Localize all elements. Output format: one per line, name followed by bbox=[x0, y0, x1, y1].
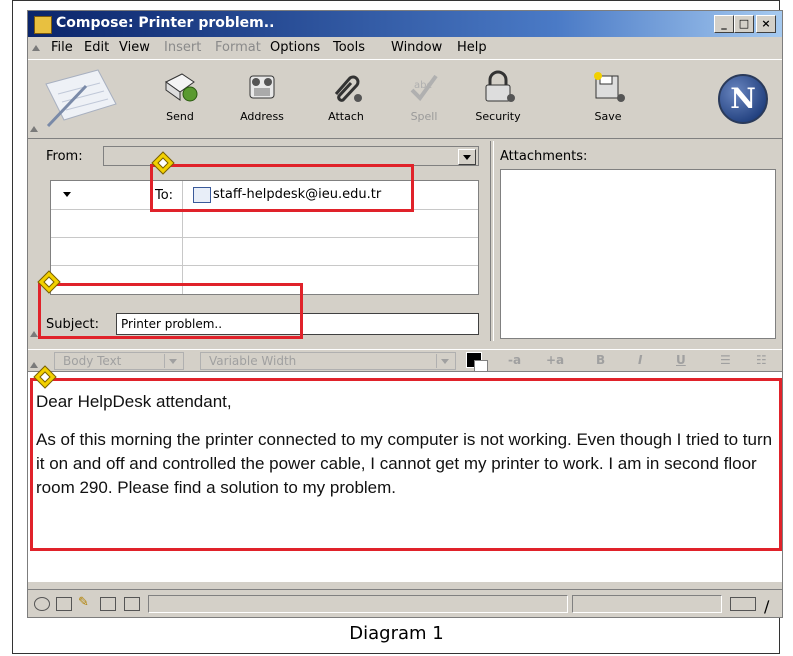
paperclip-icon bbox=[334, 75, 362, 102]
title-bar[interactable]: Compose: Printer problem.. _ □ × bbox=[28, 11, 782, 37]
close-button[interactable]: × bbox=[756, 15, 776, 33]
compose-app-icon bbox=[34, 16, 52, 34]
menu-format[interactable]: Format bbox=[215, 40, 261, 55]
save-label: Save bbox=[594, 110, 622, 123]
save-icon bbox=[594, 72, 625, 102]
status-progress-panel bbox=[572, 595, 722, 613]
address-book-icon bbox=[249, 75, 275, 99]
marker-diamond-icon bbox=[37, 270, 61, 294]
bullet-list-button[interactable]: ☰ bbox=[720, 353, 731, 367]
attach-button[interactable]: Attach bbox=[314, 66, 378, 132]
spell-label: Spell bbox=[410, 110, 438, 123]
recipient-row-empty[interactable] bbox=[51, 237, 478, 266]
compose-window: Compose: Printer problem.. _ □ × File Ed… bbox=[27, 10, 783, 618]
composer-icon[interactable]: ✎ bbox=[78, 596, 94, 611]
save-button[interactable]: Save bbox=[576, 66, 640, 132]
menu-bar: File Edit View Insert Format Options Too… bbox=[28, 37, 782, 59]
resize-grip-icon[interactable]: ∕ bbox=[764, 597, 780, 616]
status-text-panel bbox=[148, 595, 568, 613]
menu-window[interactable]: Window bbox=[391, 40, 442, 55]
chevron-down-icon[interactable] bbox=[63, 192, 71, 197]
menu-view[interactable]: View bbox=[119, 40, 150, 55]
compose-quill-icon bbox=[45, 69, 117, 128]
menu-file[interactable]: File bbox=[51, 40, 73, 55]
subject-highlight-box bbox=[38, 283, 303, 339]
chevron-down-icon[interactable] bbox=[164, 354, 181, 368]
marker-diamond-icon bbox=[33, 365, 57, 389]
paragraph-style-select[interactable]: Body Text bbox=[54, 352, 184, 370]
menu-help[interactable]: Help bbox=[457, 40, 487, 55]
smaller-font-button[interactable]: -a bbox=[508, 353, 521, 367]
recipient-row-empty[interactable] bbox=[51, 209, 478, 238]
connection-icon[interactable] bbox=[730, 597, 756, 611]
lock-icon bbox=[485, 70, 515, 102]
address-book-icon[interactable] bbox=[100, 597, 116, 611]
component-icon[interactable] bbox=[124, 597, 140, 611]
send-button[interactable]: Send bbox=[148, 66, 212, 132]
italic-button[interactable]: I bbox=[638, 353, 642, 367]
attachments-label: Attachments: bbox=[500, 149, 588, 164]
spell-check-icon: abc bbox=[410, 74, 438, 102]
security-button[interactable]: Security bbox=[466, 66, 530, 132]
spell-button[interactable]: abc Spell bbox=[392, 66, 456, 132]
menu-edit[interactable]: Edit bbox=[84, 40, 109, 55]
menu-options[interactable]: Options bbox=[270, 40, 320, 55]
underline-button[interactable]: U bbox=[676, 353, 686, 367]
netscape-logo[interactable]: N bbox=[718, 74, 768, 124]
format-toolbar: Body Text Variable Width -a +a B I U ☰ ☷ bbox=[28, 349, 782, 372]
minimize-button[interactable]: _ bbox=[714, 15, 734, 33]
menubar-grip-icon[interactable] bbox=[32, 45, 40, 51]
attachments-list[interactable] bbox=[500, 169, 776, 339]
main-toolbar: Send Address Attach abc Spell Security S… bbox=[28, 59, 782, 139]
address-label: Address bbox=[240, 110, 284, 123]
menu-insert[interactable]: Insert bbox=[164, 40, 201, 55]
status-bar: ✎ ∕ bbox=[28, 589, 782, 617]
toolbar-grip-icon[interactable] bbox=[30, 126, 38, 132]
send-icon bbox=[165, 73, 198, 102]
chevron-down-icon[interactable] bbox=[436, 354, 453, 368]
numbered-list-button[interactable]: ☷ bbox=[756, 353, 767, 367]
paragraph-style-value: Body Text bbox=[63, 354, 122, 368]
mail-icon[interactable] bbox=[56, 597, 72, 611]
navigator-icon[interactable] bbox=[34, 597, 50, 611]
svg-text:abc: abc bbox=[414, 80, 432, 91]
bold-button[interactable]: B bbox=[596, 353, 605, 367]
figure-caption: Diagram 1 bbox=[349, 623, 444, 644]
font-value: Variable Width bbox=[209, 354, 297, 368]
chevron-down-icon[interactable] bbox=[458, 149, 476, 165]
maximize-button[interactable]: □ bbox=[734, 15, 754, 33]
font-select[interactable]: Variable Width bbox=[200, 352, 456, 370]
security-label: Security bbox=[475, 110, 521, 123]
marker-diamond-icon bbox=[151, 151, 175, 175]
body-highlight-box bbox=[30, 378, 782, 551]
pane-splitter[interactable] bbox=[490, 141, 494, 341]
attach-label: Attach bbox=[328, 110, 364, 123]
address-button[interactable]: Address bbox=[230, 66, 294, 132]
header-grip-icon[interactable] bbox=[30, 331, 38, 337]
window-title: Compose: Printer problem.. bbox=[56, 15, 275, 31]
from-label: From: bbox=[46, 149, 83, 164]
send-label: Send bbox=[166, 110, 194, 123]
to-highlight-box bbox=[150, 164, 414, 212]
larger-font-button[interactable]: +a bbox=[546, 353, 564, 367]
menu-tools[interactable]: Tools bbox=[333, 40, 365, 55]
